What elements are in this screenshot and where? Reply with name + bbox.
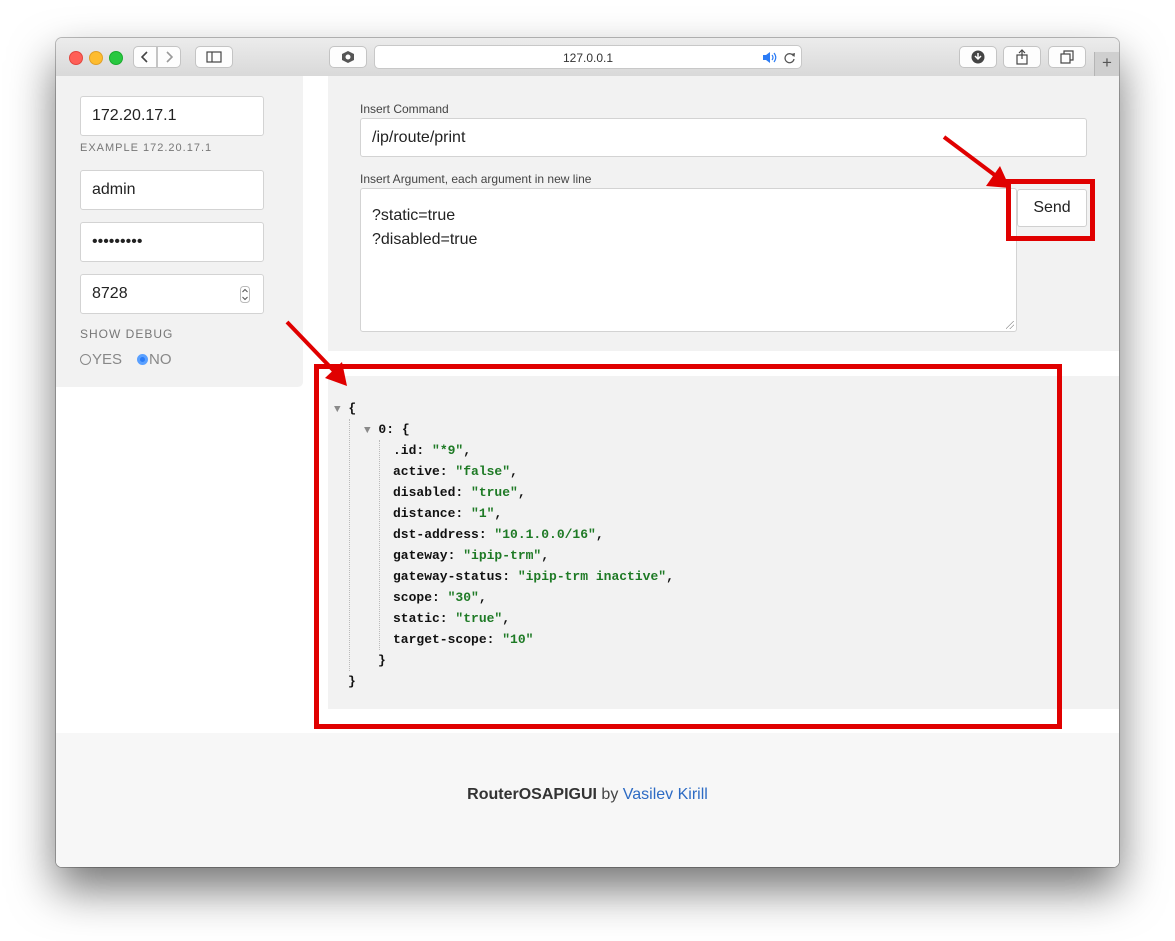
back-button[interactable]: [133, 46, 157, 68]
chevron-left-icon: [141, 51, 148, 63]
port-input[interactable]: 8728: [80, 274, 264, 314]
share-button[interactable]: [1003, 46, 1041, 68]
author-link[interactable]: Vasilev Kirill: [623, 786, 708, 803]
resize-handle-icon[interactable]: [1006, 321, 1014, 329]
minimize-window-button[interactable]: [89, 51, 103, 65]
debug-no-label: NO: [149, 351, 172, 368]
host-input[interactable]: 172.20.17.1: [80, 96, 264, 136]
argument-line: ?static=true: [372, 207, 456, 224]
extension-button[interactable]: [329, 46, 367, 68]
username-input[interactable]: admin: [80, 170, 264, 210]
argument-line: ?disabled=true: [372, 231, 478, 248]
plus-icon: +: [1102, 53, 1112, 72]
sidebar-icon: [206, 51, 222, 63]
footer-app-name: RouterOSAPIGUI: [467, 786, 597, 803]
url-text: 127.0.0.1: [562, 51, 614, 65]
footer-text: RouterOSAPIGUI by Vasilev Kirill: [56, 786, 1119, 804]
arguments-textarea[interactable]: ?static=true ?disabled=true: [360, 188, 1017, 332]
sidebar-toggle-button[interactable]: [195, 46, 233, 68]
command-input[interactable]: /ip/route/print: [360, 118, 1087, 157]
arguments-label: Insert Argument, each argument in new li…: [360, 172, 592, 186]
host-hint: EXAMPLE 172.20.17.1: [80, 142, 213, 154]
tabs-overview-button[interactable]: [1048, 46, 1086, 68]
connection-panel: 172.20.17.1 EXAMPLE 172.20.17.1 admin ••…: [56, 76, 303, 387]
debug-no-radio[interactable]: NO: [137, 351, 172, 368]
new-tab-button[interactable]: +: [1094, 52, 1119, 76]
send-highlight-box: [1006, 179, 1095, 241]
close-window-button[interactable]: [69, 51, 83, 65]
chevron-right-icon: [166, 51, 173, 63]
password-input[interactable]: •••••••••: [80, 222, 264, 262]
tabs-icon: [1060, 50, 1074, 64]
command-label: Insert Command: [360, 102, 449, 116]
downloads-button[interactable]: [959, 46, 997, 68]
radio-checked-icon: [137, 354, 148, 365]
stepper-icon[interactable]: [240, 286, 250, 303]
port-value: 8728: [92, 285, 128, 302]
reload-icon[interactable]: [783, 51, 796, 64]
forward-button[interactable]: [157, 46, 181, 68]
title-bar: 127.0.0.1 +: [56, 38, 1119, 77]
share-icon: [1016, 49, 1028, 65]
zoom-window-button[interactable]: [109, 51, 123, 65]
debug-yes-label: YES: [92, 351, 123, 368]
speaker-icon[interactable]: [762, 51, 778, 64]
shield-icon: [342, 51, 354, 63]
address-bar[interactable]: 127.0.0.1: [374, 45, 802, 69]
footer-by: by: [596, 786, 623, 803]
show-debug-label: SHOW DEBUG: [80, 327, 174, 341]
radio-unchecked-icon: [80, 354, 91, 365]
footer: RouterOSAPIGUI by Vasilev Kirill: [56, 733, 1119, 867]
output-highlight-box: [314, 364, 1062, 729]
download-icon: [971, 50, 985, 64]
debug-yes-radio[interactable]: YES: [80, 351, 122, 368]
command-panel: Insert Command /ip/route/print Insert Ar…: [328, 76, 1119, 351]
